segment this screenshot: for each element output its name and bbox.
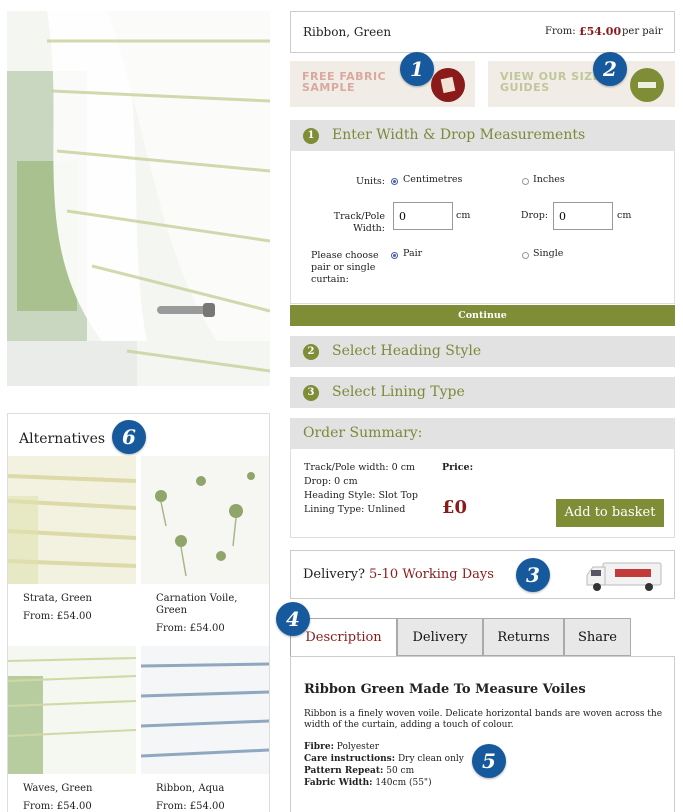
drop-input[interactable] — [553, 202, 613, 230]
spec-fabric-width: Fabric Width: 140cm (55") — [304, 778, 432, 788]
step-1-number: 1 — [303, 128, 319, 144]
alternatives-panel: Alternatives 6 Strata, Green From: £54.0… — [7, 413, 270, 812]
step-3-number: 3 — [303, 385, 319, 401]
alternative-name[interactable]: Ribbon, Aqua — [141, 783, 269, 795]
spec-pattern-repeat: Pattern Repeat: 50 cm — [304, 766, 415, 776]
delivery-van-icon — [585, 559, 665, 597]
alternative-item[interactable]: Waves, Green From: £54.00 — [8, 646, 136, 812]
fabric-sample-icon — [431, 68, 465, 102]
callout-badge-1: 1 — [400, 52, 434, 86]
summary-heading-line: Heading Style: Slot Top — [304, 490, 418, 501]
tab-delivery[interactable]: Delivery — [397, 618, 483, 656]
description-title: Ribbon Green Made To Measure Voiles — [304, 682, 586, 697]
summary-lining-line: Lining Type: Unlined — [304, 504, 406, 515]
from-price: £54.00 — [579, 25, 622, 38]
add-to-basket-button[interactable]: Add to basket — [556, 499, 664, 527]
product-name: Ribbon, Green — [303, 25, 392, 39]
order-summary-header: Order Summary: — [290, 418, 675, 449]
step-2-label: Select Heading Style — [332, 343, 482, 359]
callout-badge-5: 5 — [472, 744, 506, 778]
price-label: Price: — [442, 462, 474, 473]
single-label[interactable]: Single — [533, 248, 563, 259]
description-panel: Ribbon Green Made To Measure Voiles Ribb… — [290, 656, 675, 812]
alternative-thumbnail[interactable] — [8, 646, 136, 774]
alternative-name[interactable]: Carnation Voile, Green — [141, 593, 269, 617]
alternative-price: From: £54.00 — [156, 623, 225, 634]
description-body: Ribbon is a finely woven voile. Delicate… — [304, 709, 663, 730]
pair-radio[interactable] — [391, 252, 398, 259]
measurements-form: Units: Centimetres Inches Track/Pole Wid… — [290, 151, 675, 304]
spec-fibre: Fibre: Polyester — [304, 742, 380, 752]
units-cm-radio[interactable] — [391, 178, 398, 185]
alternative-item[interactable]: Strata, Green From: £54.00 — [8, 456, 136, 622]
alternatives-title: Alternatives — [19, 431, 106, 447]
width-input[interactable] — [393, 202, 453, 230]
callout-badge-6: 6 — [112, 420, 146, 454]
order-summary-title: Order Summary: — [303, 425, 423, 441]
product-title-box: Ribbon, Green From: £54.00 per pair — [290, 11, 675, 53]
delivery-info-box: Delivery? 5-10 Working Days — [290, 550, 675, 599]
width-unit: cm — [456, 210, 471, 221]
free-fabric-sample-banner[interactable]: Free fabric sample — [290, 61, 475, 107]
pair-label[interactable]: Pair — [403, 248, 422, 259]
price-value: £0 — [442, 497, 468, 518]
summary-drop-line: Drop: 0 cm — [304, 476, 358, 487]
step-3-header[interactable]: 3 Select Lining Type — [290, 377, 675, 408]
alternative-price: From: £54.00 — [23, 801, 92, 812]
units-inches-label[interactable]: Inches — [533, 174, 565, 185]
delivery-question: Delivery? — [303, 567, 365, 582]
tab-returns[interactable]: Returns — [483, 618, 564, 656]
per-pair-label: per pair — [622, 26, 663, 37]
alternative-price: From: £54.00 — [23, 611, 92, 622]
tab-share[interactable]: Share — [564, 618, 631, 656]
size-guide-icon — [630, 68, 664, 102]
alternative-thumbnail[interactable] — [141, 456, 269, 584]
alternative-thumbnail[interactable] — [141, 646, 269, 774]
order-summary-box: Track/Pole width: 0 cm Drop: 0 cm Headin… — [290, 449, 675, 538]
alternative-item[interactable]: Ribbon, Aqua From: £54.00 — [141, 646, 269, 812]
size-guides-banner[interactable]: View our size guides — [488, 61, 675, 107]
callout-badge-4: 4 — [276, 602, 310, 636]
alternative-name[interactable]: Strata, Green — [8, 593, 136, 605]
drop-unit: cm — [617, 210, 632, 221]
step-2-header[interactable]: 2 Select Heading Style — [290, 336, 675, 367]
step-1-header[interactable]: 1 Enter Width & Drop Measurements — [290, 120, 675, 151]
width-label: Track/Pole Width: — [333, 211, 385, 234]
callout-badge-2: 2 — [593, 52, 627, 86]
summary-width-line: Track/Pole width: 0 cm — [304, 462, 416, 473]
drop-label: Drop: — [520, 210, 548, 221]
units-cm-label[interactable]: Centimetres — [403, 174, 462, 185]
alternative-name[interactable]: Waves, Green — [8, 783, 136, 795]
delivery-days: 5-10 Working Days — [369, 567, 494, 582]
product-image[interactable] — [7, 11, 270, 386]
alternative-thumbnail[interactable] — [8, 456, 136, 584]
alternative-item[interactable]: Carnation Voile, Green From: £54.00 — [141, 456, 269, 634]
pair-single-label: Please choose pair or single curtain: — [311, 250, 379, 285]
step-1-label: Enter Width & Drop Measurements — [332, 127, 586, 143]
free-fabric-sample-label[interactable]: Free fabric sample — [302, 71, 412, 93]
from-label: From: — [545, 26, 576, 37]
continue-button[interactable]: Continue — [290, 305, 675, 326]
alternative-price: From: £54.00 — [156, 801, 225, 812]
spec-care: Care instructions: Dry clean only — [304, 754, 464, 764]
step-2-number: 2 — [303, 344, 319, 360]
callout-badge-3: 3 — [516, 558, 550, 592]
units-inches-radio[interactable] — [522, 178, 529, 185]
units-label: Units: — [355, 176, 385, 187]
step-3-label: Select Lining Type — [332, 384, 465, 400]
single-radio[interactable] — [522, 252, 529, 259]
